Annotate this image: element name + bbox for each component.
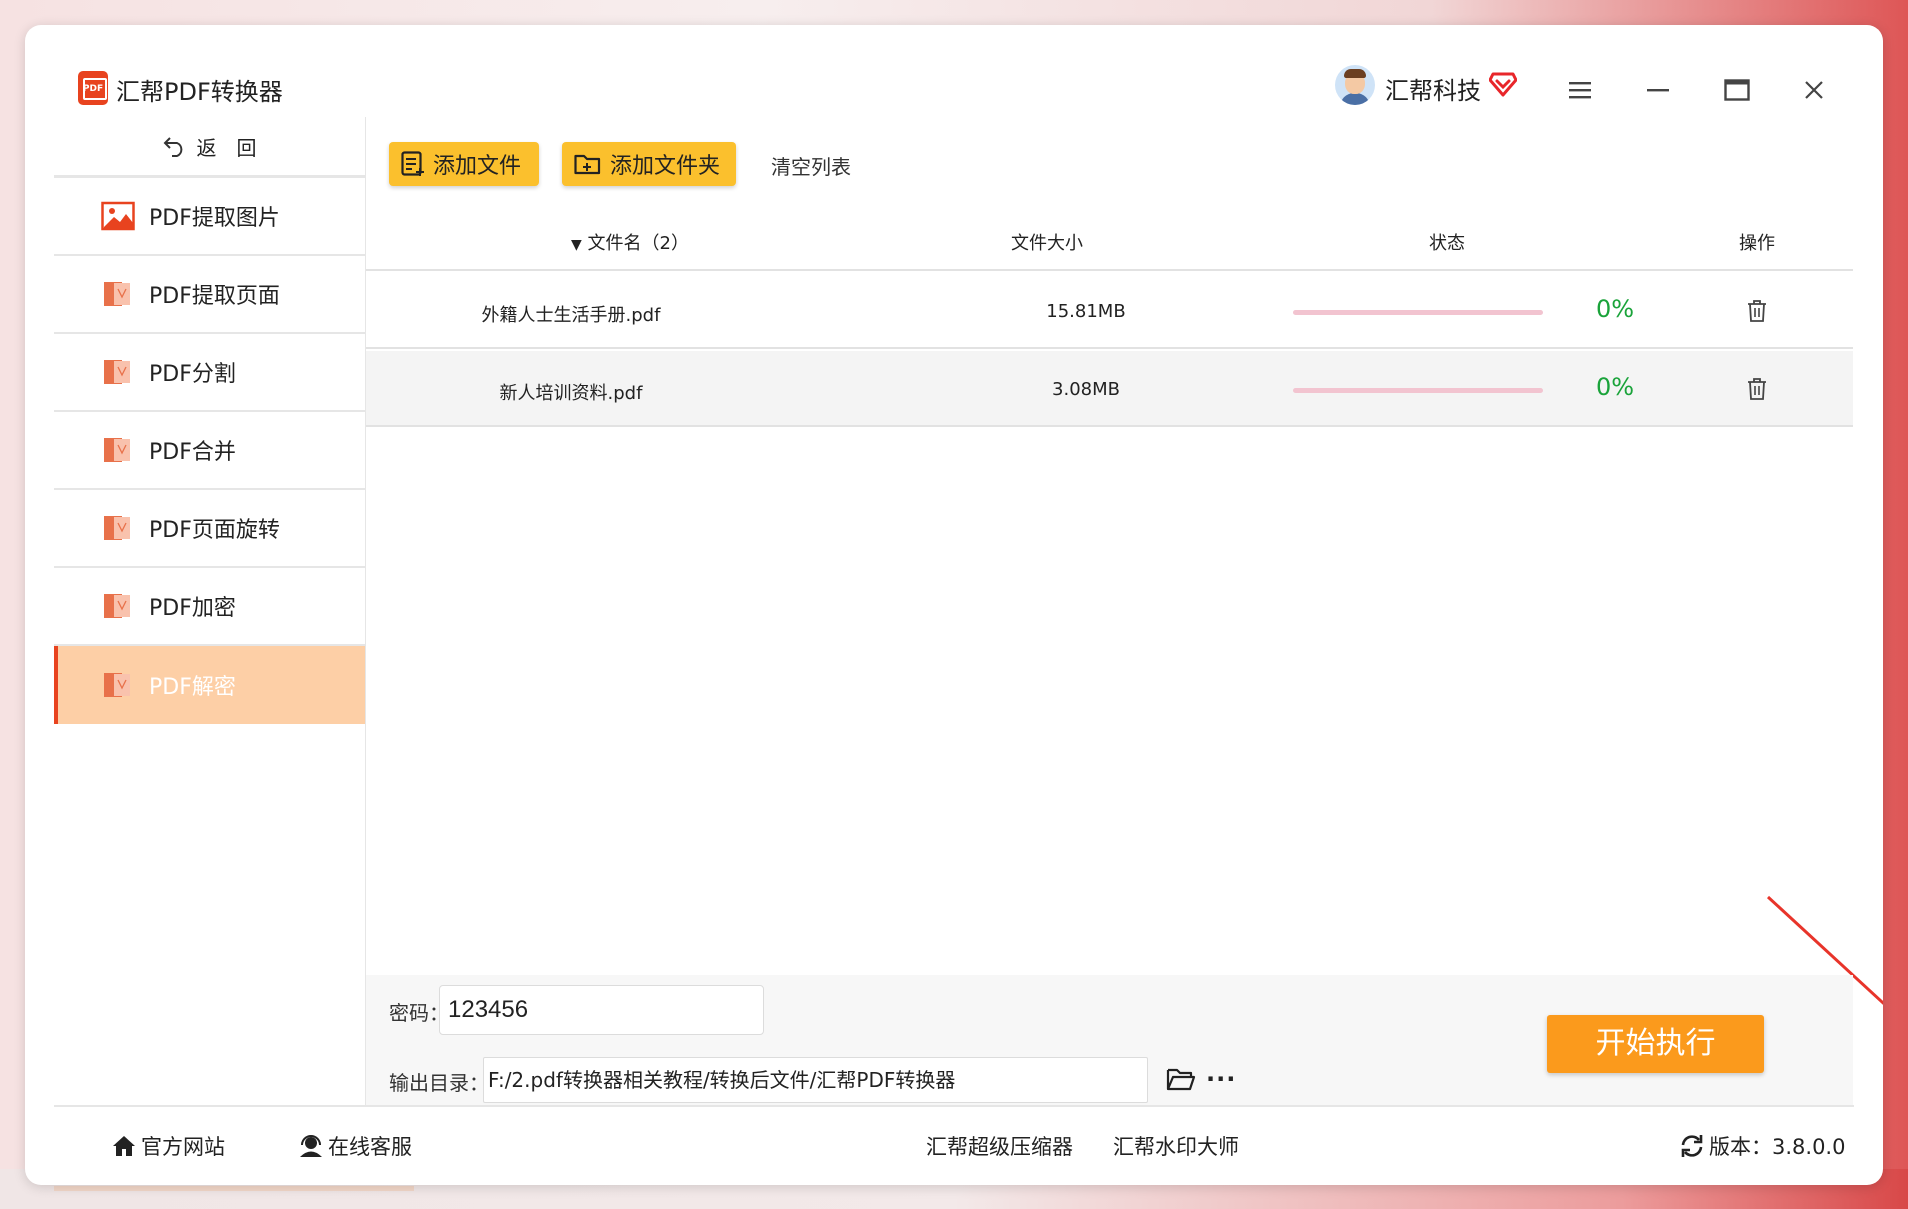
sidebar-item-label: PDF解密: [149, 675, 236, 700]
pdf-file-icon: [104, 594, 130, 618]
minimize-icon[interactable]: [1643, 75, 1673, 105]
progress-percent: 0%: [1596, 295, 1635, 323]
vip-diamond-icon[interactable]: [1489, 71, 1517, 97]
close-icon[interactable]: [1799, 75, 1829, 105]
sort-down-icon: ▼: [571, 237, 582, 253]
sidebar-item-encrypt[interactable]: PDF加密: [54, 568, 365, 646]
menu-icon[interactable]: [1565, 75, 1595, 105]
progress-percent: 0%: [1596, 373, 1635, 401]
refresh-icon: [1681, 1135, 1703, 1157]
folder-open-icon[interactable]: [1166, 1065, 1196, 1093]
online-support-link[interactable]: 在线客服: [298, 1131, 412, 1161]
settings-panel: 密码： 123456 输出目录： F:/2.pdf转换器相关教程/转换后文件/汇…: [366, 975, 1853, 1105]
maximize-icon[interactable]: [1722, 75, 1752, 105]
app-window: PDF 汇帮PDF转换器 汇帮科技 返 回 PDF提取图片 PDF提取页面 PD…: [25, 25, 1883, 1185]
password-input[interactable]: 123456: [439, 985, 764, 1035]
sidebar-item-extract-images[interactable]: PDF提取图片: [54, 178, 365, 256]
add-file-button[interactable]: 添加文件: [389, 142, 539, 186]
sidebar-item-label: PDF提取图片: [149, 206, 280, 231]
pdf-file-icon: [104, 673, 130, 697]
sidebar-item-label: PDF分割: [149, 362, 236, 387]
headset-icon: [300, 1135, 322, 1157]
trash-icon[interactable]: [1746, 299, 1768, 323]
footer: 官方网站 在线客服 汇帮超级压缩器 汇帮水印大师 版本：3.8.0.0: [54, 1105, 1854, 1185]
column-header-name-label: 文件名（2）: [587, 233, 689, 254]
version-label: 版本：3.8.0.0: [1709, 1135, 1846, 1159]
progress-bar: [1293, 310, 1543, 315]
home-icon: [113, 1136, 135, 1156]
sidebar-item-extract-pages[interactable]: PDF提取页面: [54, 256, 365, 334]
column-header-size: 文件大小: [1011, 233, 1083, 254]
file-name: 外籍人士生活手册.pdf: [481, 305, 661, 326]
avatar-hair: [1344, 69, 1366, 78]
title-bar: PDF 汇帮PDF转换器 汇帮科技: [25, 25, 1883, 117]
version-info[interactable]: 版本：3.8.0.0: [1679, 1131, 1845, 1161]
output-dir-input[interactable]: F:/2.pdf转换器相关教程/转换后文件/汇帮PDF转换器: [483, 1057, 1148, 1103]
official-website-label: 官方网站: [141, 1135, 225, 1159]
sidebar-item-rotate[interactable]: PDF页面旋转: [54, 490, 365, 568]
table-row[interactable]: 外籍人士生活手册.pdf 15.81MB 0%: [366, 273, 1853, 349]
add-folder-button[interactable]: 添加文件夹: [562, 142, 736, 186]
column-header-status: 状态: [1429, 233, 1465, 254]
main-panel: 添加文件 添加文件夹 清空列表 ▼ 文件名（2） 文件大小 状态 操作 外籍人士…: [365, 117, 1883, 1105]
add-folder-icon: [574, 154, 601, 175]
more-icon[interactable]: ···: [1206, 1065, 1236, 1093]
file-name: 新人培训资料.pdf: [499, 383, 643, 404]
sidebar-item-merge[interactable]: PDF合并: [54, 412, 365, 490]
image-icon: [101, 201, 135, 231]
sidebar-item-decrypt[interactable]: PDF解密: [54, 646, 365, 724]
sidebar-item-split[interactable]: PDF分割: [54, 334, 365, 412]
file-size: 3.08MB: [1052, 379, 1120, 400]
sidebar-item-label: PDF合并: [149, 440, 236, 465]
start-button[interactable]: 开始执行: [1547, 1015, 1764, 1073]
file-table-header: ▼ 文件名（2） 文件大小 状态 操作: [366, 207, 1853, 271]
user-name[interactable]: 汇帮科技: [1385, 71, 1481, 106]
online-support-label: 在线客服: [328, 1135, 412, 1159]
compressor-link[interactable]: 汇帮超级压缩器: [926, 1131, 1073, 1161]
back-label: 返 回: [196, 135, 257, 160]
app-logo-text: PDF: [82, 84, 104, 94]
toolbar: 添加文件 添加文件夹 清空列表: [366, 117, 1853, 207]
official-website-link[interactable]: 官方网站: [111, 1131, 225, 1161]
trash-icon[interactable]: [1746, 377, 1768, 401]
sidebar: 返 回 PDF提取图片 PDF提取页面 PDF分割 PDF合并 PDF页面旋转 …: [54, 117, 365, 1105]
watermark-link[interactable]: 汇帮水印大师: [1113, 1131, 1239, 1161]
add-folder-label: 添加文件夹: [610, 154, 721, 179]
add-file-icon: [401, 151, 424, 176]
sidebar-item-label: PDF提取页面: [149, 284, 280, 309]
table-row[interactable]: 新人培训资料.pdf 3.08MB 0%: [366, 351, 1853, 427]
user-avatar[interactable]: [1335, 65, 1375, 105]
progress-bar: [1293, 388, 1543, 393]
column-header-action: 操作: [1739, 233, 1775, 254]
back-button[interactable]: 返 回: [54, 117, 365, 178]
pdf-file-icon: [104, 438, 130, 462]
pdf-file-icon: [104, 516, 130, 540]
back-arrow-icon: [163, 137, 182, 157]
add-file-label: 添加文件: [433, 154, 522, 179]
sidebar-item-label: PDF加密: [149, 596, 236, 621]
pdf-file-icon: [104, 360, 130, 384]
avatar-body: [1340, 93, 1370, 105]
output-dir-label: 输出目录：: [389, 1071, 489, 1095]
app-logo-icon: PDF: [78, 71, 108, 105]
taskbar-strip: [54, 1186, 414, 1191]
column-header-name[interactable]: ▼ 文件名（2）: [571, 229, 689, 255]
file-size: 15.81MB: [1046, 301, 1126, 322]
app-title: 汇帮PDF转换器: [116, 78, 283, 106]
clear-list-button[interactable]: 清空列表: [771, 151, 851, 180]
sidebar-item-label: PDF页面旋转: [149, 518, 280, 543]
pdf-file-icon: [104, 282, 130, 306]
